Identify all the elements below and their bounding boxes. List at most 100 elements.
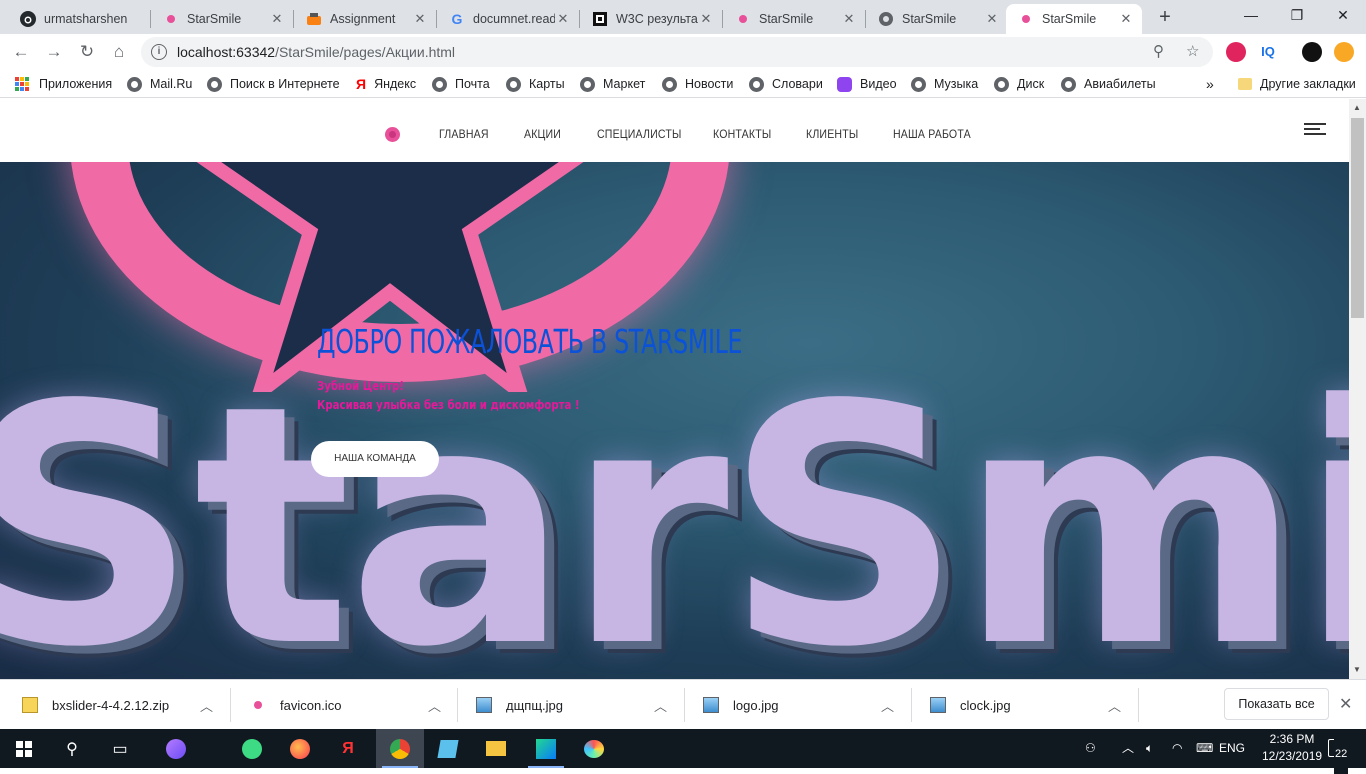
network-icon[interactable]: ◠ — [1172, 729, 1182, 768]
task-view-icon[interactable]: ▭ — [96, 729, 144, 768]
info-icon[interactable]: i — [151, 44, 167, 60]
chevron-up-icon[interactable]: ︿ — [1108, 696, 1121, 715]
language-indicator[interactable]: ENG — [1219, 729, 1245, 768]
maximize-button[interactable]: ❐ — [1274, 0, 1320, 32]
chevron-up-icon[interactable]: ︿ — [200, 696, 213, 715]
address-bar[interactable]: i localhost:63342/StarSmile/pages/Акции.… — [141, 37, 1213, 67]
page-scrollbar[interactable]: ▲ ▼ — [1349, 99, 1366, 679]
file-explorer-icon[interactable] — [472, 729, 520, 768]
download-item[interactable]: favicon.ico ︿ — [250, 680, 455, 730]
adblock-extension-icon[interactable] — [1226, 42, 1246, 62]
nav-link-promotions[interactable]: АКЦИИ — [524, 127, 561, 141]
bookmark-tickets[interactable]: Авиабилеты — [1061, 75, 1156, 93]
reload-button[interactable]: ↻ — [75, 40, 99, 64]
windows-start-icon[interactable] — [0, 729, 48, 768]
bookmark-video[interactable]: Видео — [837, 75, 897, 93]
clock-date: 12/23/2019 — [1262, 749, 1323, 763]
menu-hamburger-icon[interactable] — [1304, 123, 1326, 135]
download-item[interactable]: дщпщ.jpg ︿ — [476, 680, 681, 730]
close-tab-icon[interactable]: ✕ — [269, 11, 285, 27]
tab-google[interactable]: G documnet.read ✕ — [437, 4, 579, 34]
close-tab-icon[interactable]: ✕ — [984, 11, 1000, 27]
bookmark-search[interactable]: Поиск в Интернете — [207, 75, 340, 93]
site-logo-icon[interactable] — [385, 127, 400, 142]
download-separator — [911, 688, 912, 722]
webstorm-icon[interactable] — [522, 729, 570, 768]
tray-overflow-icon[interactable]: ︿ — [1122, 729, 1134, 768]
close-tab-icon[interactable]: ✕ — [1118, 11, 1134, 27]
paint-icon[interactable] — [570, 729, 618, 768]
bookmark-apps[interactable]: Приложения — [15, 75, 112, 93]
volume-icon[interactable]: 🔈︎ — [1146, 729, 1153, 768]
bookmark-maps[interactable]: Карты — [506, 75, 565, 93]
bookmark-news[interactable]: Новости — [662, 75, 733, 93]
close-downloads-icon[interactable]: ✕ — [1339, 694, 1352, 714]
zoom-search-icon[interactable]: ⚲ — [1153, 42, 1164, 60]
tab-w3c[interactable]: W3C результа ✕ — [580, 4, 722, 34]
tab-starsmile-1[interactable]: StarSmile ✕ — [151, 4, 293, 34]
nav-link-home[interactable]: ГЛАВНАЯ — [439, 127, 489, 141]
chevron-up-icon[interactable]: ︿ — [428, 696, 441, 715]
home-button[interactable]: ⌂ — [107, 40, 131, 64]
iq-extension-icon[interactable]: IQ — [1258, 42, 1278, 62]
nav-link-contacts[interactable]: КОНТАКТЫ — [713, 127, 771, 141]
new-tab-button[interactable]: + — [1153, 6, 1177, 30]
notifications-icon[interactable]: 22 — [1328, 729, 1350, 774]
nav-link-our-work[interactable]: НАША РАБОТА — [893, 127, 971, 141]
bookmark-mailru[interactable]: Mail.Ru — [127, 75, 192, 93]
our-team-button[interactable]: НАША КОМАНДА — [311, 441, 439, 477]
nav-link-clients[interactable]: КЛИЕНТЫ — [806, 127, 858, 141]
system-clock[interactable]: 2:36 PM 12/23/2019 — [1262, 731, 1322, 765]
bookmark-market[interactable]: Маркет — [580, 75, 645, 93]
bookmark-mail[interactable]: Почта — [432, 75, 490, 93]
close-window-button[interactable]: ✕ — [1320, 0, 1366, 32]
yandex-browser-icon[interactable]: Я — [324, 729, 372, 768]
download-item[interactable]: bxslider-4-4.2.12.zip ︿ — [22, 680, 227, 730]
chevron-up-icon[interactable]: ︿ — [881, 696, 894, 715]
keyboard-icon[interactable]: ⌨ — [1196, 729, 1213, 768]
profile-avatar-icon[interactable] — [1334, 42, 1354, 62]
tab-title: W3C результа — [616, 12, 698, 26]
tab-starsmile-active[interactable]: StarSmile ✕ — [1006, 4, 1142, 34]
people-icon[interactable]: ⚇ — [1085, 729, 1096, 768]
bookmark-label: Приложения — [39, 77, 113, 91]
tab-starsmile-3[interactable]: StarSmile ✕ — [866, 4, 1008, 34]
starsmile-favicon-icon — [163, 11, 179, 27]
url-text[interactable]: localhost:63342/StarSmile/pages/Акции.ht… — [177, 44, 455, 60]
extension-icon[interactable] — [1302, 42, 1322, 62]
forward-button[interactable]: → — [42, 40, 66, 64]
notes-app-icon[interactable] — [424, 729, 472, 768]
tab-starsmile-2[interactable]: StarSmile ✕ — [723, 4, 865, 34]
chevron-up-icon[interactable]: ︿ — [654, 696, 667, 715]
close-tab-icon[interactable]: ✕ — [412, 11, 428, 27]
close-tab-icon[interactable]: ✕ — [555, 11, 571, 27]
firefox-icon[interactable] — [276, 729, 324, 768]
search-icon[interactable]: ⚲ — [48, 729, 96, 768]
show-all-downloads-button[interactable]: Показать все — [1224, 688, 1329, 720]
back-button[interactable]: ← — [9, 40, 33, 64]
chrome-icon[interactable] — [376, 729, 424, 768]
bookmark-star-icon[interactable]: ☆ — [1186, 42, 1199, 60]
scroll-down-icon[interactable]: ▼ — [1353, 665, 1361, 674]
download-item[interactable]: clock.jpg ︿ — [930, 680, 1135, 730]
nav-link-specialists[interactable]: СПЕЦИАЛИСТЫ — [597, 127, 681, 141]
alice-assistant-icon[interactable] — [152, 729, 200, 768]
tab-github[interactable]: urmatsharshen — [8, 4, 150, 34]
bookmarks-overflow-button[interactable]: » — [1206, 75, 1214, 93]
close-tab-icon[interactable]: ✕ — [698, 11, 714, 27]
scroll-up-icon[interactable]: ▲ — [1353, 103, 1361, 112]
minimize-button[interactable]: — — [1228, 0, 1274, 32]
bookmark-disk[interactable]: Диск — [994, 75, 1044, 93]
download-item[interactable]: logo.jpg ︿ — [703, 680, 908, 730]
bookmark-label: Авиабилеты — [1084, 77, 1156, 91]
bookmark-music[interactable]: Музыка — [911, 75, 978, 93]
close-tab-icon[interactable]: ✕ — [841, 11, 857, 27]
tab-title: urmatsharshen — [44, 12, 128, 26]
scrollbar-thumb[interactable] — [1351, 118, 1364, 318]
tab-assignment[interactable]: Assignment ✕ — [294, 4, 436, 34]
bookmark-yandex[interactable]: Я Яндекс — [356, 75, 416, 93]
bookmark-dictionaries[interactable]: Словари — [749, 75, 823, 93]
hero-banner: StarSmil ДОБРО ПОЖАЛОВАТЬ В STARSMILE Зу… — [0, 162, 1349, 679]
android-studio-icon[interactable] — [228, 729, 276, 768]
bookmark-other[interactable]: Другие закладки — [1238, 75, 1356, 93]
